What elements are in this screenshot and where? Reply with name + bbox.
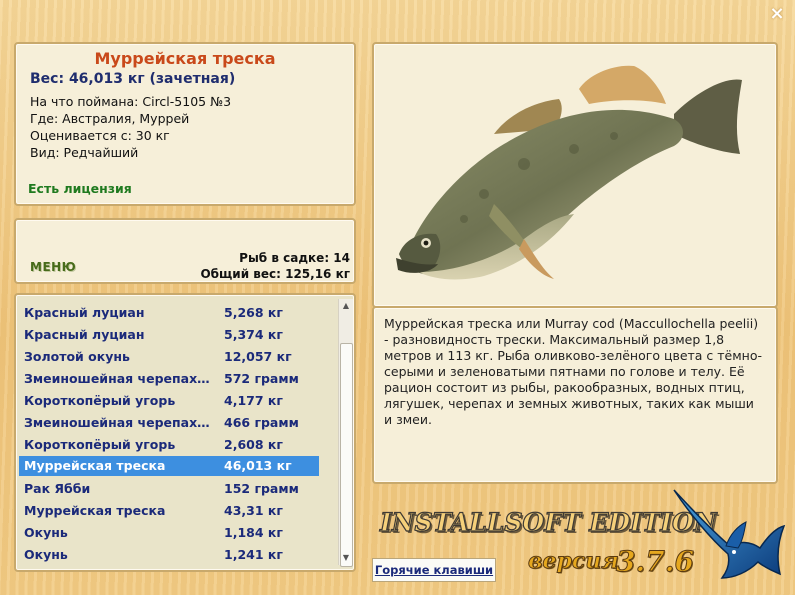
fish-name: Окунь [24,547,68,562]
catch-list[interactable]: Красный луциан 5,268 кг Красный луциан 5,3… [14,293,356,572]
list-item-selected[interactable]: Муррейская треска 46,013 кг [19,456,319,476]
fish-name: Красный луциан [24,327,145,342]
list-item[interactable]: Муррейская треска 43,31 кг [19,501,319,521]
fish-name: Муррейская треска [24,503,166,518]
fish-weight: 1,241 кг [224,547,283,562]
list-item[interactable]: Окунь 1,241 кг [19,545,319,565]
fish-name: Красный луциан [24,305,145,320]
species-rarity: Вид: Редчайший [30,145,139,160]
version-label: версия [528,548,620,575]
fish-info-panel: Муррейская треска Вес: 46,013 кг (зачетн… [14,42,356,206]
scroll-thumb[interactable] [340,343,353,567]
list-item[interactable]: Золотой окунь 12,057 кг [19,347,319,367]
fish-weight: 5,268 кг [224,305,283,320]
caught-with: На что поймана: Circl-5105 №3 [30,94,232,109]
fish-weight: Вес: 46,013 кг (зачетная) [30,71,236,87]
fish-name: Змеиношейная черепах… [24,371,210,386]
fish-description: Муррейская треска или Murray cod (Maccul… [384,316,763,427]
fish-weight: 2,608 кг [224,437,283,452]
close-icon[interactable]: × [767,4,787,24]
total-weight: Общий вес: 125,16 кг [200,267,350,281]
list-item[interactable]: Короткопёрый угорь 2,608 кг [19,435,319,455]
list-item[interactable]: Красный луциан 5,374 кг [19,325,319,345]
menu-button[interactable]: МЕНЮ [30,260,76,274]
fish-weight: 12,057 кг [224,349,292,364]
fish-count: Рыб в садке: 14 [239,251,350,265]
list-item[interactable]: Змеиношейная черепах… 466 грамм [19,413,319,433]
fish-weight: 1,184 кг [224,525,283,540]
fish-name: Змеиношейная черепах… [24,415,210,430]
fish-name: Золотой окунь [24,349,130,364]
license-status: Есть лицензия [28,181,132,196]
list-item[interactable]: Красный луциан 5,268 кг [19,303,319,323]
scroll-down-icon[interactable]: ▼ [339,551,353,565]
fish-weight: 43,31 кг [224,503,283,518]
fish-weight: 152 грамм [224,481,299,496]
fish-weight: 5,374 кг [224,327,283,342]
fish-image-panel [372,42,778,308]
list-item[interactable]: Змеиношейная черепах… 572 грамм [19,369,319,389]
valued-from: Оценивается с: 30 кг [30,128,170,143]
fish-name: Рак Ябби [24,481,91,496]
brand-logo: INSTALLSOFT EDITION [379,507,717,537]
scroll-up-icon[interactable]: ▲ [339,299,353,313]
keepnet-panel: МЕНЮ Рыб в садке: 14 Общий вес: 125,16 к… [14,218,356,284]
list-scrollbar[interactable]: ▲ ▼ [338,299,353,567]
fish-title: Муррейская треска [94,49,276,68]
list-item[interactable]: Рак Ябби 152 грамм [19,479,319,499]
fish-name: Окунь [24,525,68,540]
fish-name: Муррейская треска [24,458,166,473]
list-item[interactable]: Окунь 1,184 кг [19,523,319,543]
marlin-logo [673,489,786,579]
murray-cod-image [396,65,742,280]
hotkeys-button[interactable]: Горячие клавиши [372,558,496,582]
fish-weight: 46,013 кг [224,458,292,473]
keepnet-stats: Рыб в садке: 14 Общий вес: 125,16 кг [200,250,350,282]
fish-weight: 466 грамм [224,415,299,430]
fish-weight: 572 грамм [224,371,299,386]
list-item[interactable]: Короткопёрый угорь 4,177 кг [19,391,319,411]
fish-description-panel: Муррейская треска или Murray cod (Maccul… [372,306,778,484]
fish-weight: 4,177 кг [224,393,283,408]
fish-name: Короткопёрый угорь [24,393,176,408]
caught-where: Где: Австралия, Муррей [30,111,190,126]
fish-name: Короткопёрый угорь [24,437,176,452]
